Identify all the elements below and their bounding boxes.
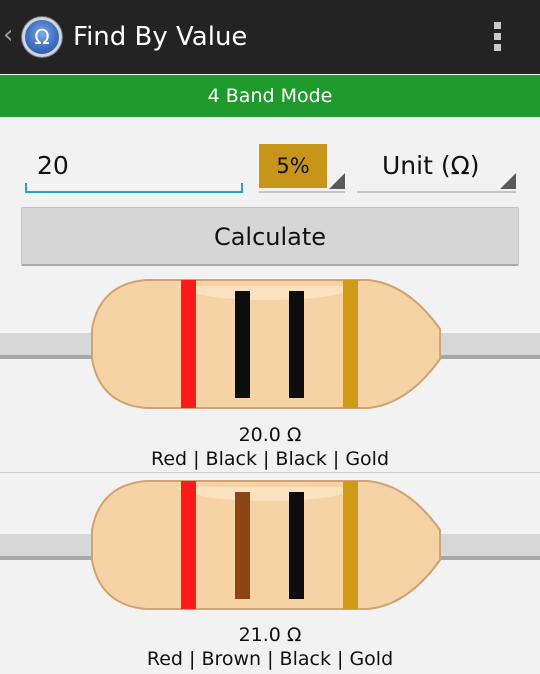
- dropdown-triangle-icon: [500, 173, 516, 189]
- unit-value: Unit (Ω): [382, 151, 480, 180]
- color-band-4: [343, 280, 358, 408]
- color-band-1: [181, 481, 196, 609]
- color-band-3: [289, 291, 304, 398]
- resistance-value-input[interactable]: 20: [25, 143, 243, 193]
- omega-symbol: Ω: [34, 25, 50, 49]
- app-omega-icon[interactable]: Ω: [22, 17, 62, 57]
- resistor-graphic: [0, 279, 540, 409]
- band-colors-text: Red | Black | Black | Gold: [150, 448, 390, 470]
- resistance-value: 21.0 Ω: [238, 624, 302, 646]
- app-title: Find By Value: [73, 22, 248, 52]
- overflow-menu-icon[interactable]: [486, 18, 510, 56]
- tolerance-value: 5%: [259, 144, 327, 188]
- color-band-2: [235, 492, 250, 599]
- calculate-button[interactable]: Calculate: [21, 207, 519, 266]
- tolerance-select[interactable]: 5%: [259, 143, 345, 193]
- unit-select[interactable]: Unit (Ω): [357, 143, 516, 193]
- result-item[interactable]: 20.0 Ω Red | Black | Black | Gold: [0, 278, 540, 472]
- result-item[interactable]: 21.0 Ω Red | Brown | Black | Gold: [0, 479, 540, 674]
- list-divider: [0, 472, 540, 473]
- resistance-value: 20.0 Ω: [238, 424, 302, 446]
- color-band-3: [289, 492, 304, 599]
- back-chevron-icon[interactable]: ‹: [3, 20, 13, 50]
- band-colors-text: Red | Brown | Black | Gold: [146, 648, 394, 670]
- color-band-4: [343, 481, 358, 609]
- resistor-graphic: [0, 480, 540, 610]
- mode-bar: 4 Band Mode: [0, 75, 540, 117]
- color-band-2: [235, 291, 250, 398]
- color-band-1: [181, 280, 196, 408]
- dropdown-triangle-icon: [329, 173, 345, 189]
- action-bar: ‹ Ω Find By Value: [0, 0, 540, 74]
